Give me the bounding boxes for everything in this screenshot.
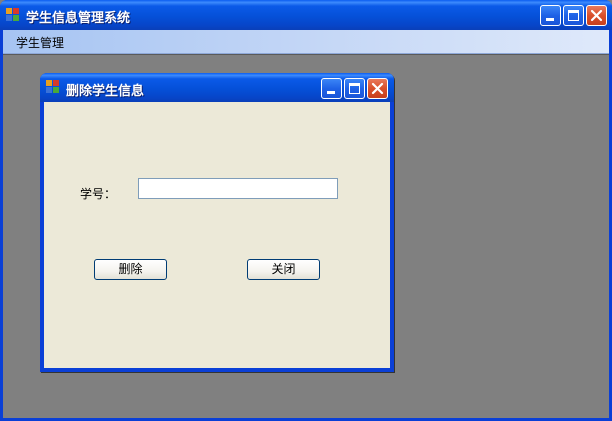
student-id-label: 学号： bbox=[80, 187, 117, 201]
dialog-title-bar[interactable]: 删除学生信息 bbox=[40, 73, 394, 102]
main-window: 学生信息管理系统 学生管理 删除学生信息 学号： 删除 关闭 bbox=[0, 0, 612, 421]
delete-student-dialog: 删除学生信息 学号： 删除 关闭 bbox=[40, 73, 394, 372]
dialog-minimize-button[interactable] bbox=[321, 78, 342, 99]
close-icon bbox=[371, 82, 384, 95]
main-close-button[interactable] bbox=[586, 5, 607, 26]
main-title-bar[interactable]: 学生信息管理系统 bbox=[0, 0, 612, 30]
dialog-client-area: 学号： 删除 关闭 bbox=[44, 102, 390, 368]
dialog-title: 删除学生信息 bbox=[66, 84, 145, 99]
minimize-icon bbox=[546, 18, 554, 21]
maximize-icon bbox=[568, 10, 579, 21]
main-maximize-button[interactable] bbox=[563, 5, 584, 26]
menu-bar: 学生管理 bbox=[3, 30, 609, 54]
maximize-icon bbox=[349, 83, 360, 94]
student-id-input[interactable] bbox=[138, 178, 338, 199]
main-window-title: 学生信息管理系统 bbox=[26, 11, 131, 26]
menu-item-student-management[interactable]: 学生管理 bbox=[12, 34, 68, 51]
minimize-icon bbox=[327, 91, 335, 94]
main-minimize-button[interactable] bbox=[540, 5, 561, 26]
delete-button[interactable]: 删除 bbox=[94, 259, 167, 280]
close-button[interactable]: 关闭 bbox=[247, 259, 320, 280]
app-form-icon bbox=[6, 8, 20, 22]
dialog-maximize-button[interactable] bbox=[344, 78, 365, 99]
dialog-close-button[interactable] bbox=[367, 78, 388, 99]
close-icon bbox=[590, 9, 603, 22]
app-form-icon bbox=[46, 80, 60, 94]
